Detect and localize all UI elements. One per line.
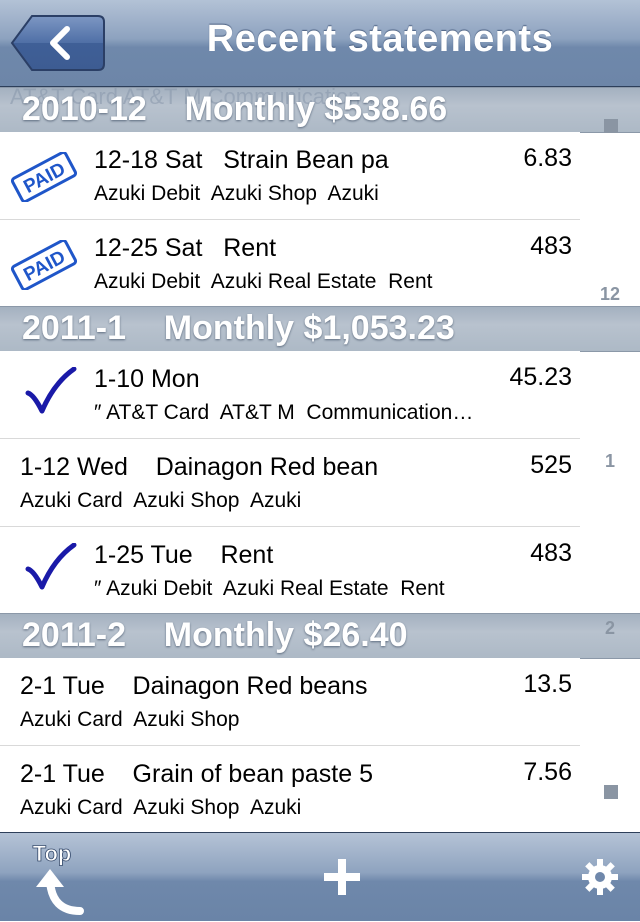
svg-text:Top: Top bbox=[33, 841, 72, 866]
row-subtitle: Azuki Card Azuki Shop bbox=[20, 708, 240, 731]
curved-arrow-up-icon: Top bbox=[32, 841, 84, 915]
row-subtitle: Azuki Debit Azuki Shop Azuki bbox=[94, 182, 379, 205]
row-amount: 6.83 bbox=[523, 144, 572, 172]
row-title: 2-1 Tue Dainagon Red beans bbox=[20, 672, 368, 700]
row-subtitle: Azuki Card Azuki Shop Azuki bbox=[20, 489, 302, 512]
row-subtitle: ″ AT&T Card AT&T M Communication… bbox=[94, 401, 474, 424]
section-label: 2011-2 Monthly $26.40 bbox=[22, 616, 408, 654]
list-item[interactable]: 1-25 Tue Rent ″ Azuki Debit Azuki Real E… bbox=[0, 527, 580, 615]
plus-icon bbox=[324, 859, 360, 895]
row-subtitle: Azuki Card Azuki Shop Azuki bbox=[20, 796, 302, 819]
gear-icon bbox=[582, 859, 618, 895]
section-header-2011-2: 2011-2 Monthly $26.40 bbox=[0, 613, 640, 659]
row-title: 1-25 Tue Rent bbox=[94, 541, 274, 569]
row-title: 12-18 Sat Strain Bean pa bbox=[94, 146, 389, 174]
index-bar-marker[interactable] bbox=[604, 119, 618, 133]
index-bar-item[interactable]: 1 bbox=[580, 451, 640, 472]
row-title: 2-1 Tue Grain of bean paste 5 bbox=[20, 760, 374, 788]
statement-list[interactable]: AT&T Card AT&T M Communication… 2010-12 … bbox=[0, 87, 640, 832]
checkmark-icon bbox=[24, 542, 78, 598]
section-header-2010-12: AT&T Card AT&T M Communication… 2010-12 … bbox=[0, 87, 640, 133]
row-amount: 13.5 bbox=[523, 670, 572, 698]
add-button[interactable] bbox=[322, 857, 362, 897]
list-item[interactable]: 2-1 Tue Grain of bean paste 5 Azuki Card… bbox=[0, 746, 580, 832]
scroll-to-top-button[interactable]: Top bbox=[22, 837, 92, 917]
row-amount: 45.23 bbox=[509, 363, 572, 391]
index-bar-item[interactable]: 2 bbox=[580, 618, 640, 639]
index-bar-marker[interactable] bbox=[604, 785, 618, 799]
row-subtitle: Azuki Debit Azuki Real Estate Rent bbox=[94, 270, 433, 293]
row-title: 12-25 Sat Rent bbox=[94, 234, 277, 262]
list-item[interactable]: 1-10 Mon ″ AT&T Card AT&T M Communicatio… bbox=[0, 351, 580, 439]
row-amount: 483 bbox=[530, 232, 572, 260]
list-item[interactable]: PAID 12-25 Sat Rent Azuki Debit Azuki Re… bbox=[0, 220, 580, 308]
settings-button[interactable] bbox=[580, 857, 620, 897]
section-label: 2011-1 Monthly $1,053.23 bbox=[22, 309, 455, 347]
index-bar-item[interactable]: 12 bbox=[580, 284, 640, 305]
row-title: 1-10 Mon bbox=[94, 365, 200, 393]
chevron-left-icon bbox=[10, 15, 105, 71]
paid-stamp-icon: PAID bbox=[8, 150, 80, 207]
navigation-bar: Recent statements bbox=[0, 0, 640, 87]
section-header-2011-1: 2011-1 Monthly $1,053.23 bbox=[0, 306, 640, 352]
paid-stamp-icon: PAID bbox=[8, 238, 80, 295]
checkmark-icon bbox=[24, 366, 78, 422]
row-amount: 483 bbox=[530, 539, 572, 567]
row-amount: 7.56 bbox=[523, 758, 572, 786]
list-item[interactable]: 1-12 Wed Dainagon Red bean Azuki Card Az… bbox=[0, 439, 580, 527]
page-title: Recent statements bbox=[206, 18, 554, 60]
row-title: 1-12 Wed Dainagon Red bean bbox=[20, 453, 379, 481]
row-subtitle: ″ Azuki Debit Azuki Real Estate Rent bbox=[94, 577, 445, 600]
list-item[interactable]: 2-1 Tue Dainagon Red beans Azuki Card Az… bbox=[0, 658, 580, 746]
section-label: 2010-12 Monthly $538.66 bbox=[22, 90, 448, 128]
row-amount: 525 bbox=[530, 451, 572, 479]
list-item[interactable]: PAID 12-18 Sat Strain Bean pa Azuki Debi… bbox=[0, 132, 580, 220]
bottom-toolbar: Top bbox=[0, 832, 640, 921]
back-button[interactable] bbox=[10, 14, 106, 72]
